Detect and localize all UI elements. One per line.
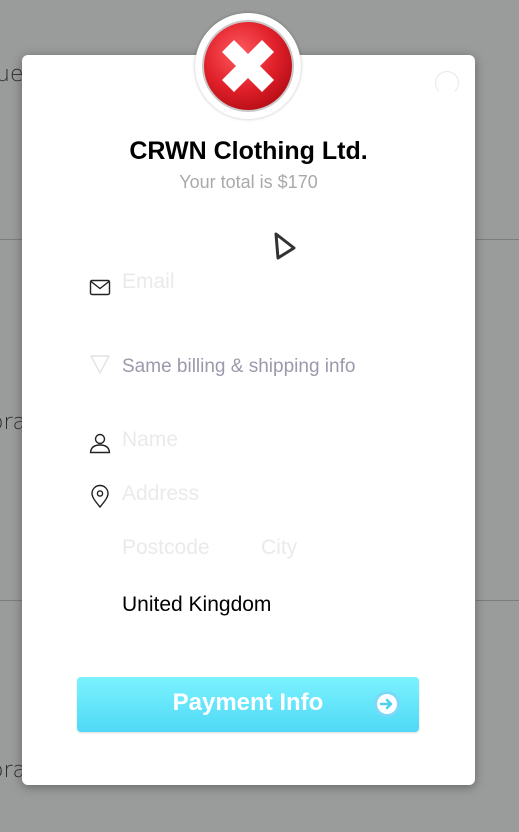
close-button[interactable] (435, 71, 459, 95)
payment-info-button[interactable]: Payment Info (77, 677, 419, 732)
person-icon (89, 433, 111, 454)
checkmark-icon[interactable] (88, 352, 112, 376)
mouse-cursor-icon (274, 232, 296, 260)
background-divider (476, 239, 519, 240)
location-pin-icon (91, 484, 109, 508)
name-field[interactable] (122, 428, 422, 452)
background-divider (476, 600, 519, 601)
arrow-right-circle-icon (374, 691, 400, 717)
envelope-icon (89, 279, 111, 296)
same-info-label[interactable]: Same billing & shipping info (122, 356, 355, 378)
red-x-icon (202, 20, 294, 112)
payment-info-label: Payment Info (172, 689, 324, 716)
background-divider (0, 600, 22, 601)
merchant-title: CRWN Clothing Ltd. (129, 137, 368, 165)
order-total: Your total is $170 (179, 172, 318, 192)
background-text-top: ue (0, 62, 24, 87)
background-divider (0, 239, 22, 240)
postcode-field[interactable] (122, 536, 252, 560)
merchant-logo (195, 13, 301, 119)
email-field[interactable] (122, 270, 422, 294)
address-field[interactable] (122, 482, 422, 506)
city-field[interactable] (261, 536, 411, 560)
country-select[interactable]: United Kingdom (122, 593, 271, 617)
